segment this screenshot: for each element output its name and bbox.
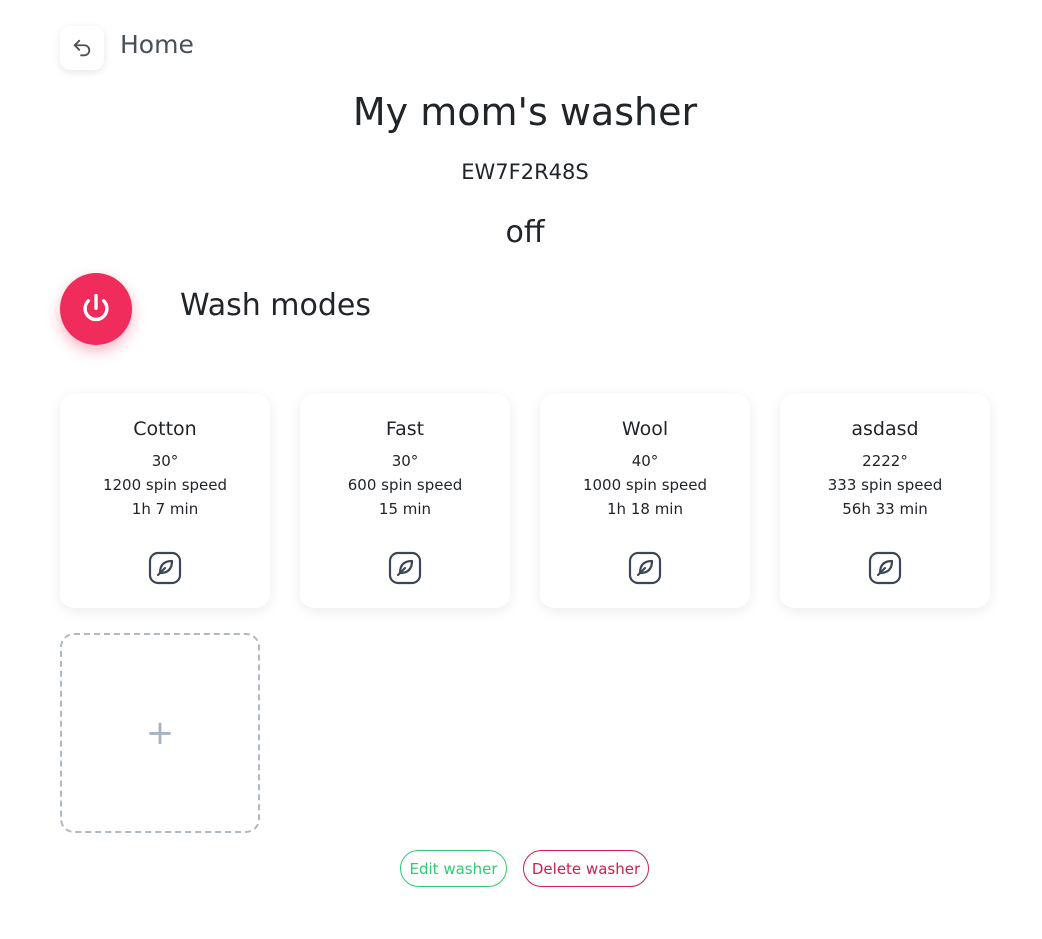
wash-mode-temperature: 30° [151, 452, 179, 470]
washer-serial-number: EW7F2R48S [461, 160, 589, 184]
edit-mode-button[interactable] [627, 550, 662, 585]
edit-pen-icon [148, 551, 181, 584]
wash-mode-temperature: 30° [391, 452, 419, 470]
edit-mode-button[interactable] [387, 550, 422, 585]
delete-washer-button[interactable]: Delete washer [523, 850, 649, 887]
edit-pen-icon [388, 551, 421, 584]
power-icon [83, 293, 109, 322]
wash-mode-spin-speed: 333 spin speed [827, 476, 943, 494]
back-button[interactable] [60, 26, 104, 70]
edit-mode-button[interactable] [147, 550, 182, 585]
wash-modes-title: Wash modes [180, 288, 372, 323]
edit-washer-button[interactable]: Edit washer [400, 850, 507, 887]
wash-mode-card-fast[interactable]: Fast 30° 600 spin speed 15 min [300, 394, 510, 608]
wash-mode-name: Cotton [133, 418, 197, 440]
washer-status: off [505, 215, 545, 250]
add-wash-mode-button[interactable]: + [60, 633, 260, 833]
undo-arrow-icon [73, 39, 91, 57]
wash-mode-temperature: 40° [631, 452, 659, 470]
edit-pen-icon [628, 551, 661, 584]
wash-mode-spin-speed: 1000 spin speed [582, 476, 708, 494]
wash-mode-card-asdasd[interactable]: asdasd 2222° 333 spin speed 56h 33 min [780, 394, 990, 608]
wash-mode-name: Wool [621, 418, 669, 440]
wash-mode-card-cotton[interactable]: Cotton 30° 1200 spin speed 1h 7 min [60, 394, 270, 608]
edit-pen-icon [868, 551, 901, 584]
back-link-label[interactable]: Home [120, 30, 194, 59]
wash-mode-duration: 15 min [378, 500, 432, 518]
wash-mode-duration: 1h 18 min [607, 500, 683, 518]
plus-icon: + [145, 713, 175, 753]
washer-detail-page: Home My mom's washer EW7F2R48S off Wash … [0, 0, 1042, 939]
wash-mode-temperature: 2222° [862, 452, 908, 470]
wash-mode-duration: 56h 33 min [842, 500, 928, 518]
wash-mode-spin-speed: 1200 spin speed [102, 476, 228, 494]
wash-mode-card-wool[interactable]: Wool 40° 1000 spin speed 1h 18 min [540, 394, 750, 608]
wash-mode-name: Fast [385, 418, 425, 440]
edit-mode-button[interactable] [867, 550, 902, 585]
washer-name-title: My mom's washer [352, 90, 698, 134]
wash-mode-spin-speed: 600 spin speed [347, 476, 463, 494]
wash-mode-name: asdasd [851, 418, 919, 440]
power-button[interactable] [60, 273, 132, 345]
wash-mode-duration: 1h 7 min [131, 500, 199, 518]
